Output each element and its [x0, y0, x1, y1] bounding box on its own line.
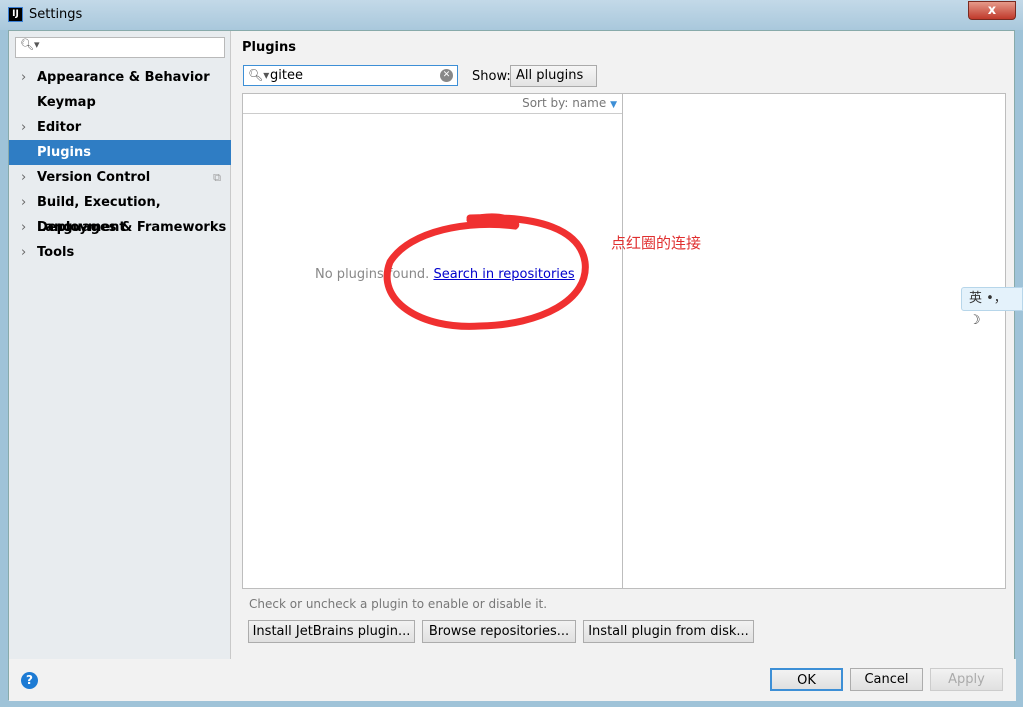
chevron-right-icon: ›: [21, 120, 27, 135]
sidebar-item-editor[interactable]: › Editor: [9, 115, 231, 140]
sidebar-item-version-control[interactable]: › Version Control ⧉: [9, 165, 231, 190]
title-bar: IJ Settings x: [0, 0, 1023, 30]
help-icon[interactable]: ?: [21, 672, 38, 689]
search-in-repositories-link[interactable]: Search in repositories: [433, 267, 574, 282]
ime-indicator[interactable]: 英 •， ☽: [961, 287, 1023, 328]
plugin-search-input[interactable]: 🔍︎▾ gitee ✕: [243, 65, 458, 86]
sidebar-item-label: Appearance & Behavior: [37, 70, 210, 85]
clear-search-icon[interactable]: ✕: [440, 69, 453, 82]
page-title: Plugins: [242, 40, 296, 55]
close-button[interactable]: x: [968, 1, 1016, 20]
sidebar: 🔍︎▾ › Appearance & Behavior Keymap › Edito…: [9, 31, 231, 659]
sidebar-item-label: Version Control: [37, 170, 151, 185]
install-plugin-from-disk-button[interactable]: Install plugin from disk...: [583, 620, 754, 643]
chevron-right-icon: ›: [21, 70, 27, 85]
install-jetbrains-plugin-button[interactable]: Install JetBrains plugin...: [248, 620, 415, 643]
sidebar-item-label: Editor: [37, 120, 82, 135]
empty-text: No plugins found.: [315, 267, 430, 282]
sort-by-button[interactable]: Sort by: name ▼: [243, 94, 622, 114]
sidebar-search-input[interactable]: 🔍︎▾: [15, 37, 225, 58]
chevron-right-icon: ›: [21, 220, 27, 235]
browse-repositories-button[interactable]: Browse repositories...: [422, 620, 576, 643]
project-settings-icon: ⧉: [213, 171, 221, 184]
ok-button[interactable]: OK: [770, 668, 843, 691]
empty-state: No plugins found. Search in repositories: [315, 267, 575, 282]
plugin-list: Sort by: name ▼ No plugins found. Search…: [242, 93, 623, 589]
hint-text: Check or uncheck a plugin to enable or d…: [249, 597, 548, 611]
cancel-button[interactable]: Cancel: [850, 668, 923, 691]
intellij-icon: IJ: [8, 7, 23, 22]
show-filter-dropdown[interactable]: All plugins ∨: [510, 65, 597, 102]
settings-tree: › Appearance & Behavior Keymap › Editor Pl…: [9, 65, 231, 265]
plugins-panel: Plugins 🔍︎▾ gitee ✕ Show: All plugins ∨ …: [242, 31, 1012, 659]
sidebar-item-build[interactable]: › Build, Execution, Deployment: [9, 190, 231, 235]
sidebar-item-label: Languages & Frameworks: [37, 220, 227, 235]
plugin-details-pane: [623, 93, 1006, 589]
sidebar-item-label: Keymap: [37, 95, 96, 110]
sort-label: Sort by: name: [522, 96, 607, 110]
sidebar-item-label: Tools: [37, 245, 75, 260]
search-value: gitee: [270, 68, 303, 83]
chevron-right-icon: ›: [21, 170, 27, 185]
sidebar-item-tools[interactable]: › Tools: [9, 240, 231, 265]
window-title: Settings: [29, 7, 83, 22]
ime-text: 英 •，: [969, 291, 1007, 306]
chevron-right-icon: ›: [21, 195, 27, 210]
search-icon: 🔍︎▾: [248, 68, 270, 82]
chevron-right-icon: ›: [21, 245, 27, 260]
show-label: Show:: [472, 69, 511, 84]
sidebar-item-label: Plugins: [37, 145, 91, 160]
sidebar-item-appearance[interactable]: › Appearance & Behavior: [9, 65, 231, 90]
show-filter-value: All plugins: [516, 68, 584, 83]
search-icon: 🔍︎▾: [20, 38, 40, 51]
sidebar-item-languages[interactable]: › Languages & Frameworks: [9, 215, 231, 240]
settings-dialog: 🔍︎▾ › Appearance & Behavior Keymap › Edito…: [8, 30, 1016, 701]
annotation-text: 点红圈的连接: [611, 234, 702, 252]
moon-icon: ☽: [969, 313, 981, 328]
sidebar-item-plugins[interactable]: Plugins: [9, 140, 231, 165]
sort-arrow-icon: ▼: [610, 100, 617, 110]
sidebar-item-keymap[interactable]: Keymap: [9, 90, 231, 115]
dialog-footer: ? OK Cancel Apply: [9, 659, 1016, 701]
apply-button[interactable]: Apply: [930, 668, 1003, 691]
